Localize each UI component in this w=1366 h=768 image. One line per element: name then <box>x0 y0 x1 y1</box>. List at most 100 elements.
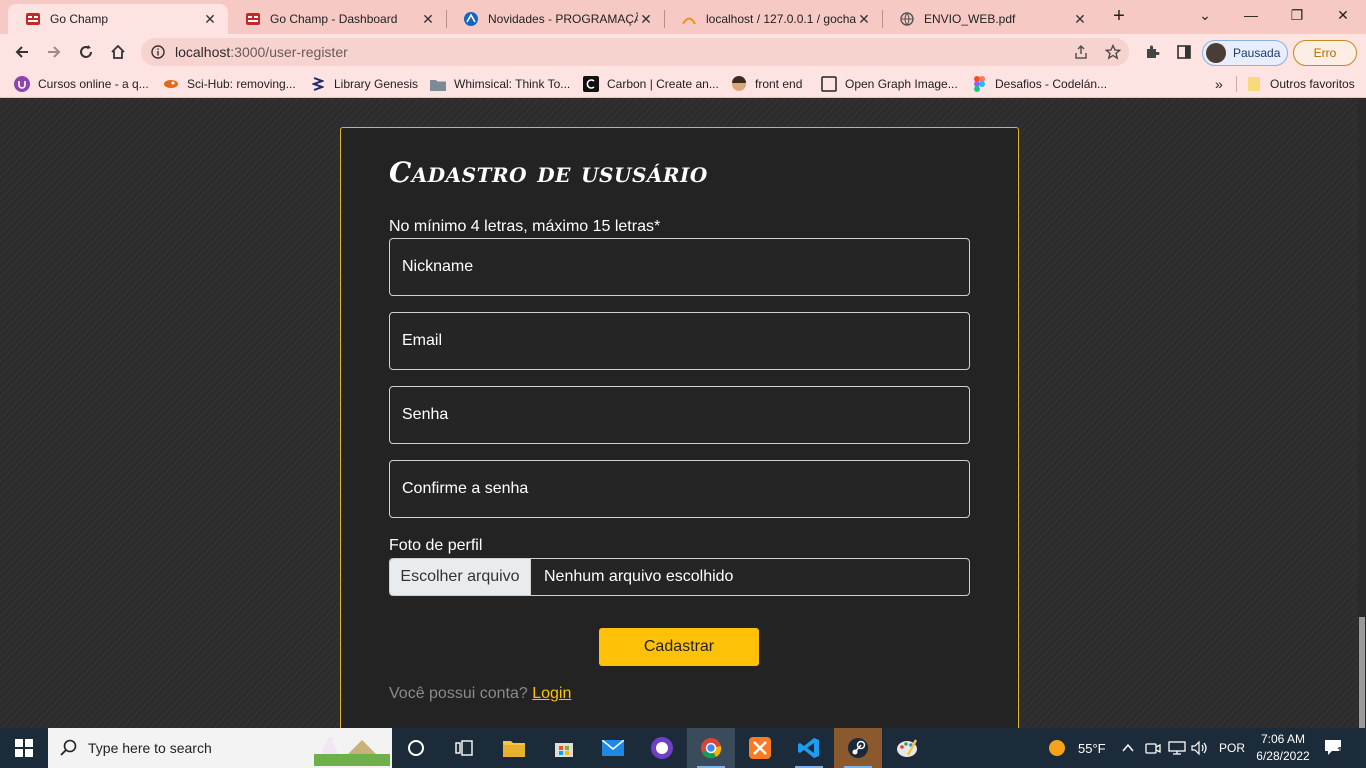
profile-button[interactable]: Pausada <box>1202 40 1288 66</box>
close-tab-icon[interactable]: ✕ <box>202 11 218 28</box>
tab-search-chevron-icon[interactable]: ⌄ <box>1182 4 1228 28</box>
meet-now-button[interactable] <box>1145 728 1161 768</box>
url-text: localhost:3000/user-register <box>175 44 1065 60</box>
address-bar[interactable]: localhost:3000/user-register <box>141 38 1129 66</box>
extensions-icon[interactable] <box>1139 39 1165 65</box>
bookmark-star-icon[interactable] <box>1097 44 1129 60</box>
bookmark-label: front end <box>755 77 803 91</box>
folder-icon <box>430 76 446 92</box>
programacao-favicon-icon <box>464 12 478 26</box>
tab-go-champ[interactable]: Go Champ ✕ <box>8 4 228 34</box>
xampp-button[interactable] <box>736 728 784 768</box>
page-scrollbar[interactable] <box>1358 99 1366 728</box>
bookmark-label: Sci-Hub: removing... <box>187 77 296 91</box>
bookmark-whimsical[interactable]: Whimsical: Think To... <box>430 75 570 93</box>
github-desktop-button[interactable] <box>638 728 686 768</box>
weather-widget[interactable]: 55°F <box>1048 728 1106 768</box>
login-link[interactable]: Login <box>532 685 571 702</box>
register-card: Cadastro de ususário No mínimo 4 letras,… <box>340 127 1019 767</box>
register-button[interactable]: Cadastrar <box>599 628 759 666</box>
show-hidden-icons-button[interactable] <box>1122 728 1134 768</box>
libgen-icon <box>310 76 326 92</box>
close-tab-icon[interactable]: ✕ <box>638 11 654 28</box>
close-window-button[interactable]: ✕ <box>1320 4 1366 28</box>
nickname-hint: No mínimo 4 letras, máximo 15 letras* <box>389 218 661 235</box>
share-icon[interactable] <box>1065 44 1097 60</box>
steam-icon <box>848 738 868 758</box>
chrome-button[interactable] <box>687 728 735 768</box>
photo-label: Foto de perfil <box>389 537 483 554</box>
folder-icon <box>1246 76 1262 92</box>
notification-count: 1 <box>1337 746 1343 757</box>
github-icon <box>651 737 673 759</box>
close-tab-icon[interactable]: ✕ <box>420 11 436 28</box>
bookmark-carbon[interactable]: Carbon | Create an... <box>583 75 719 93</box>
bookmark-desafios[interactable]: Desafios - Codelán... <box>971 75 1107 93</box>
task-switcher-button[interactable] <box>440 728 488 768</box>
choose-file-button[interactable]: Escolher arquivo <box>390 559 531 595</box>
bookmarks-overflow-button[interactable]: » <box>1215 75 1223 93</box>
start-button[interactable] <box>0 728 48 768</box>
reload-button[interactable] <box>73 39 99 65</box>
side-panel-icon[interactable] <box>1171 39 1197 65</box>
reload-icon <box>80 45 92 58</box>
mail-button[interactable] <box>589 728 637 768</box>
vscode-icon <box>798 738 819 758</box>
home-button[interactable] <box>105 39 131 65</box>
email-input[interactable] <box>389 312 970 370</box>
system-clock[interactable]: 7:06 AM 6/28/2022 <box>1248 731 1318 765</box>
task-view-button[interactable] <box>392 728 440 768</box>
close-tab-icon[interactable]: ✕ <box>1072 11 1088 28</box>
camera-icon <box>1145 743 1161 754</box>
tab-title: Go Champ <box>50 12 109 26</box>
profile-label: Pausada <box>1233 46 1281 60</box>
scrollbar-thumb[interactable] <box>1359 617 1365 728</box>
network-button[interactable] <box>1168 728 1186 768</box>
chrome-icon <box>701 738 722 759</box>
store-button[interactable] <box>540 728 588 768</box>
tab-title: ENVIO_WEB.pdf <box>924 12 1016 26</box>
taskbar-search-box[interactable]: Type here to search <box>48 728 392 768</box>
restore-button[interactable]: ❐ <box>1274 4 1320 28</box>
vscode-button[interactable] <box>785 728 833 768</box>
bookmark-label: Desafios - Codelán... <box>995 77 1108 91</box>
mail-icon <box>602 740 624 756</box>
file-explorer-button[interactable] <box>490 728 538 768</box>
notifications-button[interactable]: 1 <box>1324 728 1344 768</box>
back-button[interactable] <box>9 39 35 65</box>
bookmark-libgen[interactable]: Library Genesis <box>310 75 418 93</box>
bookmark-front-end[interactable]: front end <box>731 75 802 93</box>
input-language-button[interactable]: POR <box>1219 728 1245 768</box>
site-info-icon[interactable] <box>141 45 175 59</box>
close-tab-icon[interactable]: ✕ <box>856 11 872 28</box>
tab-phpmyadmin[interactable]: localhost / 127.0.0.1 / gocham ✕ <box>664 4 882 34</box>
bookmark-open-graph[interactable]: Open Graph Image... <box>821 75 958 93</box>
bookmark-label: Outros favoritos <box>1270 77 1355 91</box>
bookmark-scihub[interactable]: Sci-Hub: removing... <box>163 75 296 93</box>
bookmark-label: Cursos online - a q... <box>38 77 149 91</box>
bookmark-label: Open Graph Image... <box>845 77 958 91</box>
new-tab-button[interactable]: + <box>1108 5 1130 29</box>
password-input[interactable] <box>389 386 970 444</box>
bookmark-cursos[interactable]: Cursos online - a q... <box>14 75 149 93</box>
volume-button[interactable] <box>1191 728 1209 768</box>
confirm-password-input[interactable] <box>389 460 970 518</box>
speaker-icon <box>1191 741 1207 755</box>
clock-date: 6/28/2022 <box>1256 749 1310 763</box>
minimize-button[interactable]: — <box>1228 4 1274 28</box>
paint-button[interactable] <box>883 728 931 768</box>
page-content: Cadastro de ususário No mínimo 4 letras,… <box>0 99 1366 767</box>
profile-photo-file-input[interactable]: Escolher arquivo Nenhum arquivo escolhid… <box>389 558 970 596</box>
tab-dashboard[interactable]: Go Champ - Dashboard ✕ <box>228 4 446 34</box>
forward-button[interactable] <box>41 39 67 65</box>
tab-pdf[interactable]: ENVIO_WEB.pdf ✕ <box>882 4 1098 34</box>
tab-title: Novidades - PROGRAMAÇÃO <box>488 12 638 26</box>
nickname-input[interactable] <box>389 238 970 296</box>
steam-button[interactable] <box>834 728 882 768</box>
bookmark-other-folder[interactable]: Outros favoritos <box>1246 75 1355 93</box>
windows-logo-icon <box>15 739 33 757</box>
globe-icon <box>900 12 914 26</box>
avatar <box>1206 43 1226 63</box>
error-button[interactable]: Erro <box>1293 40 1357 66</box>
tab-novidades[interactable]: Novidades - PROGRAMAÇÃO ✕ <box>446 4 664 34</box>
